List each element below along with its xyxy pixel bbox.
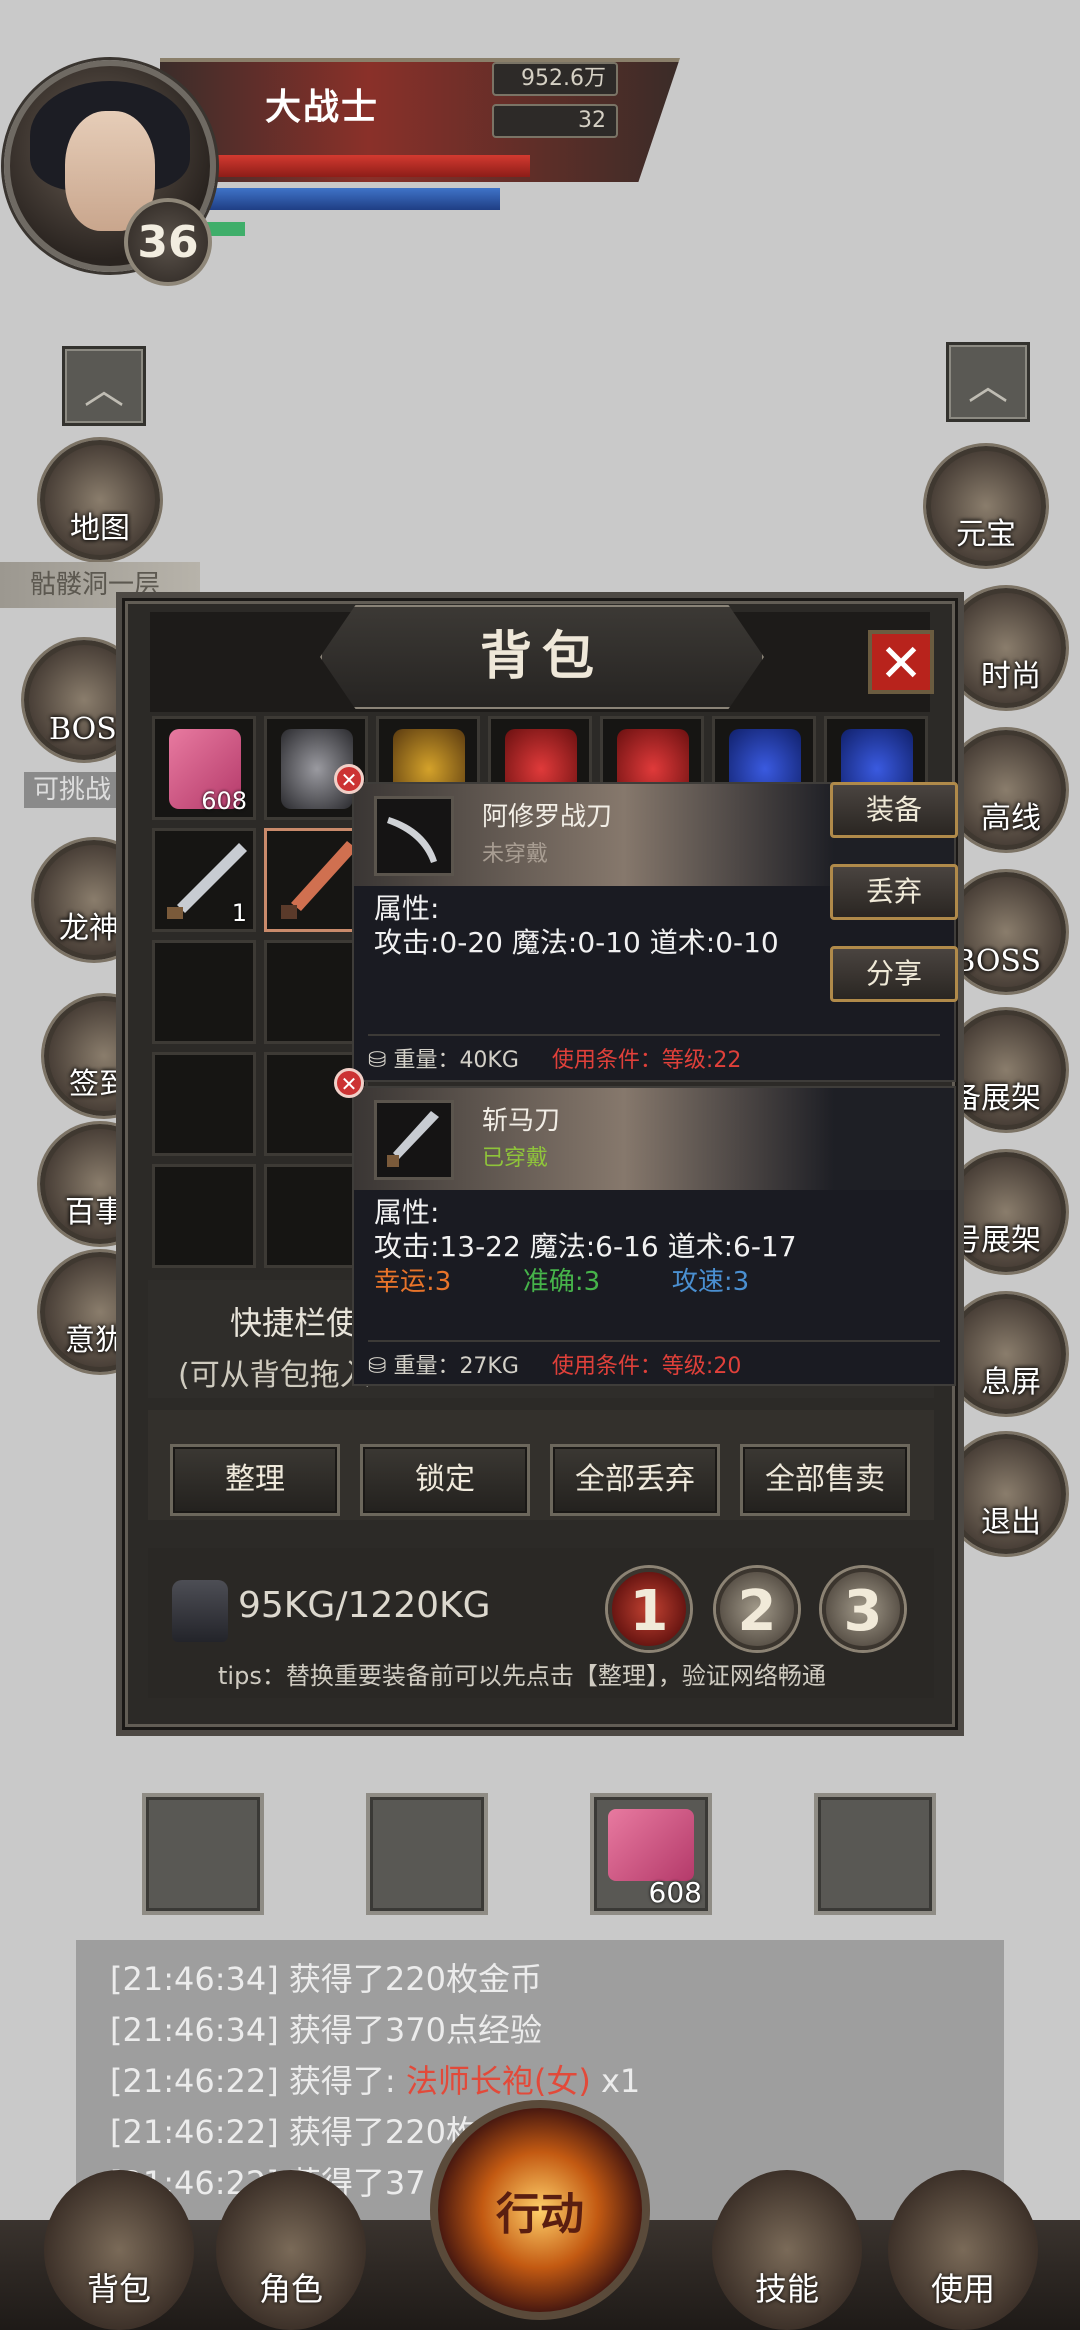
nav-use-label: 使用 <box>930 2270 995 2308</box>
page-1-button[interactable]: 1 <box>608 1568 690 1650</box>
scroll-icon <box>608 1809 694 1881</box>
page-3-button[interactable]: 3 <box>822 1568 904 1650</box>
collapse-left-button[interactable]: ︿ <box>62 346 146 426</box>
item-weight: 重量：27KG <box>393 1354 519 1379</box>
nav-bag-button[interactable]: 背包 <box>44 2170 194 2330</box>
quickbar-scroll-qty: 608 <box>648 1876 702 1909</box>
luck-stat: 幸运:3 <box>374 1267 452 1297</box>
fashion-button[interactable]: 时尚 <box>946 588 1066 708</box>
weight-icon-small: ⛁ <box>368 1048 387 1073</box>
weight-icon-small: ⛁ <box>368 1354 387 1379</box>
equip-button[interactable]: 装备 <box>830 782 958 838</box>
blade-icon <box>374 796 454 876</box>
equipment-showcase-label: 备展架 <box>951 1081 1041 1116</box>
nav-action-button[interactable]: 行动 <box>430 2100 650 2320</box>
bag-weight: 95KG/1220KG <box>238 1585 491 1626</box>
tooltip-footer: ⛁ 重量：40KG 使用条件：等级:22 <box>368 1034 940 1082</box>
bag-slot[interactable] <box>152 940 256 1044</box>
map-label: 地图 <box>70 511 130 546</box>
offline-label: 高线 <box>981 801 1041 836</box>
player-name: 大战士 <box>265 87 380 128</box>
nav-bag-label: 背包 <box>86 2270 151 2308</box>
sword-icon <box>374 1100 454 1180</box>
quickbar-slot-3[interactable]: 608 <box>590 1793 712 1915</box>
screen-off-label: 息屏 <box>981 1365 1041 1400</box>
hp-bar <box>200 155 530 177</box>
bag-slot[interactable]: 608 <box>152 716 256 820</box>
exit-label: 退出 <box>981 1505 1041 1540</box>
item-tooltip-equipped: 斩马刀 已穿戴 属性: 攻击:13-22 魔法:6-16 道术:6-17 幸运:… <box>352 1086 956 1386</box>
title-showcase-button[interactable]: 号展架 <box>946 1152 1066 1272</box>
map-button[interactable]: 地图 <box>40 440 160 560</box>
attr-title: 属性: <box>374 1196 440 1229</box>
lock-button[interactable]: 锁定 <box>360 1444 530 1516</box>
boss-sub-label: 可挑战 <box>24 772 120 808</box>
sort-button[interactable]: 整理 <box>170 1444 340 1516</box>
offline-button[interactable]: 高线 <box>946 730 1066 850</box>
nav-use-button[interactable]: 使用 <box>888 2170 1038 2330</box>
bag-slot[interactable] <box>152 1052 256 1156</box>
item-status: 未穿戴 <box>482 842 549 867</box>
log-line: [21:46:34] 获得了370点经验 <box>110 2011 542 2049</box>
item-weight: 重量：40KG <box>393 1048 519 1073</box>
log-line: [21:46:34] 获得了220枚金币 <box>110 1960 542 1998</box>
bag-title: 背包 <box>320 605 764 709</box>
player-level-badge: 36 <box>124 198 212 286</box>
screen-off-button[interactable]: 息屏 <box>946 1294 1066 1414</box>
item-status: 已穿戴 <box>482 1146 549 1171</box>
bag-tips: tips：替换重要装备前可以先点击【整理】，验证网络畅通 <box>218 1662 826 1690</box>
nav-skill-button[interactable]: 技能 <box>712 2170 862 2330</box>
title-showcase-label: 号展架 <box>951 1223 1041 1258</box>
boss-right-button[interactable]: BOSS <box>946 872 1066 992</box>
ingot-shop-button[interactable]: 元宝 <box>926 446 1046 566</box>
unequipped-marker-icon: ✕ <box>334 764 364 794</box>
page-2-button[interactable]: 2 <box>716 1568 798 1650</box>
nav-action-label: 行动 <box>496 2189 584 2240</box>
bag-slot[interactable]: 1 <box>152 828 256 932</box>
equipment-showcase-button[interactable]: 备展架 <box>946 1010 1066 1130</box>
blade-icon <box>281 841 357 919</box>
quickbar-slot-1[interactable] <box>142 1793 264 1915</box>
quickbar-hint: (可从背包拖入 <box>178 1358 370 1393</box>
log-item: 法师长袍(女) <box>405 2062 591 2100</box>
share-button[interactable]: 分享 <box>830 946 958 1002</box>
quickbar-slot-2[interactable] <box>366 1793 488 1915</box>
boss-right-label: BOSS <box>953 944 1041 979</box>
quickbar-label: 快捷栏使 <box>230 1304 359 1342</box>
dragon-label: 龙神 <box>59 911 119 946</box>
item-name: 阿修罗战刀 <box>482 802 613 832</box>
accuracy-stat: 准确:3 <box>522 1267 601 1297</box>
nav-role-button[interactable]: 角色 <box>216 2170 366 2330</box>
mp-bar <box>200 188 500 210</box>
gold-amount: 952.6万 <box>492 62 618 96</box>
weight-icon <box>172 1580 228 1642</box>
item-requirement: 使用条件：等级:20 <box>551 1354 742 1379</box>
item-name: 斩马刀 <box>482 1106 561 1136</box>
quickbar-slot-4[interactable] <box>814 1793 936 1915</box>
chevron-up-icon: ︿ <box>968 363 1008 409</box>
equipped-marker-icon: ✕ <box>334 1068 364 1098</box>
discard-all-button[interactable]: 全部丢弃 <box>550 1444 720 1516</box>
ingot-amount: 32 <box>492 104 618 138</box>
bag-slot[interactable] <box>152 1164 256 1268</box>
exit-button[interactable]: 退出 <box>946 1434 1066 1554</box>
close-button[interactable]: ✕ <box>868 630 934 694</box>
speed-stat: 攻速:3 <box>671 1267 750 1297</box>
ingot-shop-label: 元宝 <box>956 517 1016 552</box>
item-stats: 攻击:13-22 魔法:6-16 道术:6-17 <box>374 1230 797 1263</box>
item-requirement: 使用条件：等级:22 <box>551 1048 742 1073</box>
collapse-right-button[interactable]: ︿ <box>946 342 1030 422</box>
close-icon: ✕ <box>879 634 923 694</box>
slot-qty: 608 <box>201 787 247 815</box>
fashion-label: 时尚 <box>981 659 1041 694</box>
sell-all-button[interactable]: 全部售卖 <box>740 1444 910 1516</box>
tooltip-footer: ⛁ 重量：27KG 使用条件：等级:20 <box>368 1340 940 1388</box>
nav-skill-label: 技能 <box>754 2270 819 2308</box>
slot-qty: 1 <box>231 899 247 927</box>
chevron-up-icon: ︿ <box>84 367 124 413</box>
tooltip-header: 斩马刀 已穿戴 <box>354 1088 954 1190</box>
nav-role-label: 角色 <box>258 2270 323 2308</box>
drop-button[interactable]: 丢弃 <box>830 864 958 920</box>
